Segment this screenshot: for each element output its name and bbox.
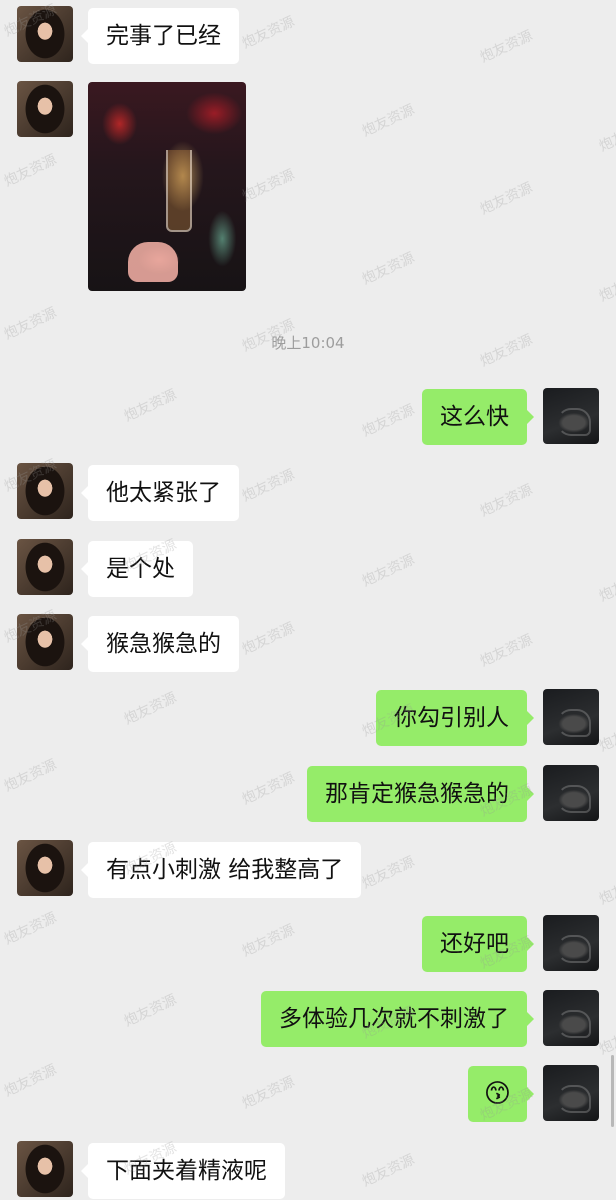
received-message[interactable]: 他太紧张了 <box>81 465 239 521</box>
hand-icon <box>557 709 591 737</box>
sent-message[interactable]: 这么快 <box>422 389 534 445</box>
contact-avatar[interactable] <box>17 539 73 595</box>
message-text: 是个处 <box>106 556 175 582</box>
message-text: 多体验几次就不刺激了 <box>279 1006 509 1032</box>
received-message[interactable]: 猴急猴急的 <box>81 616 239 672</box>
sent-message[interactable]: 多体验几次就不刺激了 <box>261 991 534 1047</box>
message-text: 猴急猴急的 <box>106 631 221 657</box>
scrollbar[interactable] <box>611 1055 614 1127</box>
self-avatar[interactable] <box>543 765 599 821</box>
self-avatar[interactable] <box>543 915 599 971</box>
contact-avatar[interactable] <box>17 6 73 62</box>
hand-icon <box>557 1010 591 1038</box>
message-text: 你勾引别人 <box>394 705 509 731</box>
message-text: 完事了已经 <box>106 23 221 49</box>
self-avatar[interactable] <box>543 689 599 745</box>
message-text: 有点小刺激 给我整高了 <box>106 857 344 883</box>
hand-shape <box>128 242 178 282</box>
chat-message-list[interactable]: 完事了已经 晚上10:04 这么快 他太紧张了 是个处 猴急猴急的 你勾引别人 … <box>0 0 616 1200</box>
glass-shape <box>166 150 192 232</box>
hand-icon <box>557 1085 591 1113</box>
message-timestamp: 晚上10:04 <box>271 334 345 352</box>
contact-avatar[interactable] <box>17 81 73 137</box>
contact-avatar[interactable] <box>17 840 73 896</box>
message-text: 他太紧张了 <box>106 480 221 506</box>
received-message[interactable]: 下面夹着精液呢 <box>81 1143 285 1199</box>
self-avatar[interactable] <box>543 1065 599 1121</box>
message-text: 下面夹着精液呢 <box>106 1158 267 1184</box>
message-text: 这么快 <box>440 404 509 430</box>
self-avatar[interactable] <box>543 388 599 444</box>
received-photo-message[interactable] <box>88 82 246 291</box>
message-text: 还好吧 <box>440 931 509 957</box>
sent-message[interactable]: 还好吧 <box>422 916 534 972</box>
contact-avatar[interactable] <box>17 463 73 519</box>
received-message[interactable]: 有点小刺激 给我整高了 <box>80 842 362 898</box>
kissing-face-icon: 😙 <box>483 1079 511 1109</box>
message-text: 那肯定猴急猴急的 <box>325 781 509 807</box>
sent-emoji-message[interactable]: 😙 <box>467 1066 535 1122</box>
contact-avatar[interactable] <box>17 614 73 670</box>
self-avatar[interactable] <box>543 990 599 1046</box>
hand-icon <box>557 408 591 436</box>
received-message[interactable]: 完事了已经 <box>81 8 239 64</box>
contact-avatar[interactable] <box>17 1141 73 1197</box>
sent-message[interactable]: 那肯定猴急猴急的 <box>307 766 534 822</box>
hand-icon <box>557 935 591 963</box>
received-message[interactable]: 是个处 <box>81 541 193 597</box>
sent-message[interactable]: 你勾引别人 <box>376 690 534 746</box>
hand-icon <box>557 785 591 813</box>
